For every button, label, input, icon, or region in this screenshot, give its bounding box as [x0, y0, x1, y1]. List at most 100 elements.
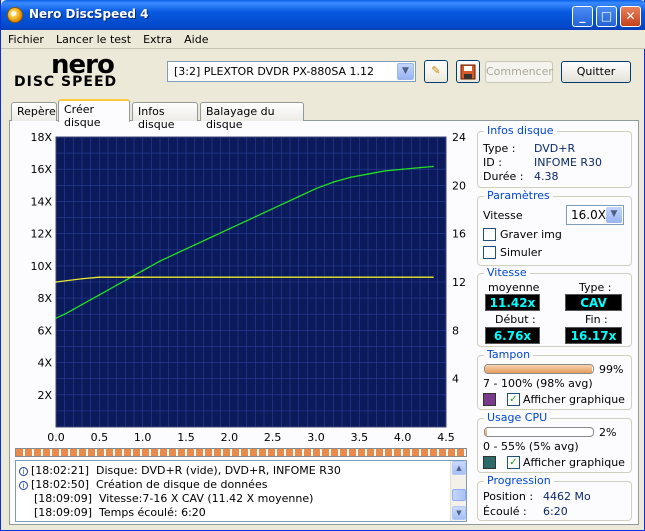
log-panel[interactable]: i [18:02:21] Disque: DVD+R (vide), DVD+R,…: [15, 460, 467, 522]
x-tick-label: 2.0: [221, 431, 239, 444]
tab-balayage[interactable]: Balayage du disque: [200, 102, 304, 131]
cpu-title: Usage CPU: [484, 411, 551, 424]
menu-aide[interactable]: Aide: [177, 30, 213, 46]
drive-select[interactable]: [3:2] PLEXTOR DVDR PX-880SA 1.12 ▼: [167, 61, 416, 82]
position-value: 4462 Mo: [543, 490, 591, 503]
buffer-percent: 99%: [599, 363, 624, 376]
chevron-down-icon: ▼: [397, 63, 414, 80]
speed-point: [245, 219, 248, 222]
buffer-show-checkbox[interactable]: ✓: [507, 393, 520, 406]
speed-start-label: Début :: [495, 313, 536, 326]
speed-point: [211, 236, 213, 238]
quit-button[interactable]: Quitter: [561, 61, 631, 83]
speed-point: [297, 195, 300, 198]
speed-avg-label: moyenne: [488, 281, 540, 294]
y-right-tick-label: 12: [452, 276, 466, 289]
log-scrollbar[interactable]: ▲ ▼: [450, 461, 466, 521]
y-right-tick-label: 4: [452, 373, 459, 386]
speed-point: [193, 244, 196, 246]
y-right-tick-label: 16: [452, 228, 466, 241]
app-icon: [7, 7, 23, 23]
speed-point: [159, 260, 161, 262]
speed-point: [384, 170, 387, 172]
rpm-point: [141, 276, 144, 278]
rpm-point: [81, 277, 83, 280]
x-tick-label: 4.0: [394, 431, 412, 444]
speed-point: [367, 173, 369, 175]
elapsed-value: 6:20: [543, 505, 568, 518]
disc-id-label: ID :: [483, 156, 502, 169]
buffer-color-swatch[interactable]: [483, 393, 496, 406]
cpu-show-label: Afficher graphique: [523, 456, 625, 469]
elapsed-label: Écoulé :: [483, 505, 527, 518]
x-tick-label: 3.5: [351, 431, 369, 444]
scroll-thumb[interactable]: [452, 489, 466, 501]
title-bar[interactable]: Nero DiscSpeed 4 _ □ ✕: [1, 0, 645, 30]
speed-point: [280, 203, 283, 206]
info-icon: i: [19, 467, 28, 476]
cpu-group: Usage CPU 2% 0 - 55% (5% avg) ✓ Afficher…: [477, 411, 632, 473]
speed-type-label: Type :: [579, 281, 612, 294]
save-icon: [460, 64, 476, 80]
speed-point: [63, 313, 66, 316]
tab-infos-disque[interactable]: Infos disque: [132, 102, 198, 131]
disc-type-label: Type :: [483, 142, 516, 155]
speed-point: [124, 279, 127, 282]
save-button[interactable]: [456, 60, 480, 83]
params-title: Paramètres: [484, 189, 553, 202]
burn-image-checkbox[interactable]: [483, 228, 496, 241]
cpu-color-swatch[interactable]: [483, 456, 496, 469]
disc-tool-icon: ✎: [431, 64, 441, 77]
close-button[interactable]: ✕: [620, 6, 641, 27]
y-left-tick-label: 2X: [37, 389, 52, 402]
simulate-label: Simuler: [500, 246, 543, 259]
buffer-show-label: Afficher graphique: [523, 393, 625, 406]
speed-point: [263, 211, 265, 214]
speed-point: [81, 303, 83, 306]
menu-extra[interactable]: Extra: [136, 30, 177, 46]
simulate-checkbox[interactable]: [483, 246, 496, 259]
speed-point: [432, 165, 434, 168]
speed-point: [55, 317, 57, 319]
maximize-button[interactable]: □: [596, 6, 617, 27]
info-icon: i: [19, 481, 28, 490]
disc-info-group: Infos disque Type : DVD+R ID : INFOME R3…: [477, 124, 632, 188]
progress-group: Progression Position : 4462 Mo Écoulé : …: [477, 474, 632, 521]
menu-lancer-le-test[interactable]: Lancer le test: [49, 30, 136, 46]
speed-point: [332, 181, 335, 183]
x-tick-label: 4.5: [437, 431, 455, 444]
window-title: Nero DiscSpeed 4: [29, 7, 149, 21]
y-left-tick-label: 10X: [30, 260, 52, 273]
log-row: i [18:02:21] Disque: DVD+R (vide), DVD+R,…: [19, 464, 341, 477]
disc-duration-label: Durée :: [483, 170, 524, 183]
tab-repere[interactable]: Repère: [11, 102, 57, 121]
minimize-button[interactable]: _: [572, 6, 593, 27]
tab-creer-disque[interactable]: Créer disque: [58, 99, 130, 129]
x-tick-label: 0.5: [91, 431, 109, 444]
speed-end-label: Fin :: [585, 313, 608, 326]
speed-group: Vitesse moyenne 11.42x Type : CAV Début …: [477, 266, 632, 347]
speed-point: [401, 168, 404, 171]
x-tick-label: 2.5: [264, 431, 282, 444]
scroll-down-icon[interactable]: ▼: [452, 506, 466, 520]
x-tick-label: 1.0: [134, 431, 152, 444]
cpu-range: 0 - 55% (5% avg): [483, 440, 579, 453]
menu-fichier[interactable]: Fichier: [1, 30, 49, 46]
speed-point: [98, 294, 101, 296]
start-button[interactable]: Commencer: [485, 61, 553, 83]
x-tick-label: 0.0: [47, 431, 65, 444]
scroll-up-icon[interactable]: ▲: [452, 461, 466, 475]
disc-type-value: DVD+R: [534, 142, 576, 155]
burn-image-label: Graver img: [500, 228, 562, 241]
log-row: [18:09:09] Vitesse:7-16 X CAV (11.42 X m…: [34, 492, 314, 505]
speed-point: [228, 228, 231, 230]
rpm-point: [228, 276, 231, 278]
drive-info-button[interactable]: ✎: [424, 60, 448, 83]
x-tick-label: 1.5: [177, 431, 195, 444]
y-left-tick-label: 14X: [30, 195, 52, 208]
progress-bar: [15, 448, 467, 457]
speed-select[interactable]: 16.0X ▼: [566, 205, 624, 225]
buffer-title: Tampon: [484, 348, 534, 361]
cpu-show-checkbox[interactable]: ✓: [507, 456, 520, 469]
cpu-bar: [484, 427, 594, 437]
